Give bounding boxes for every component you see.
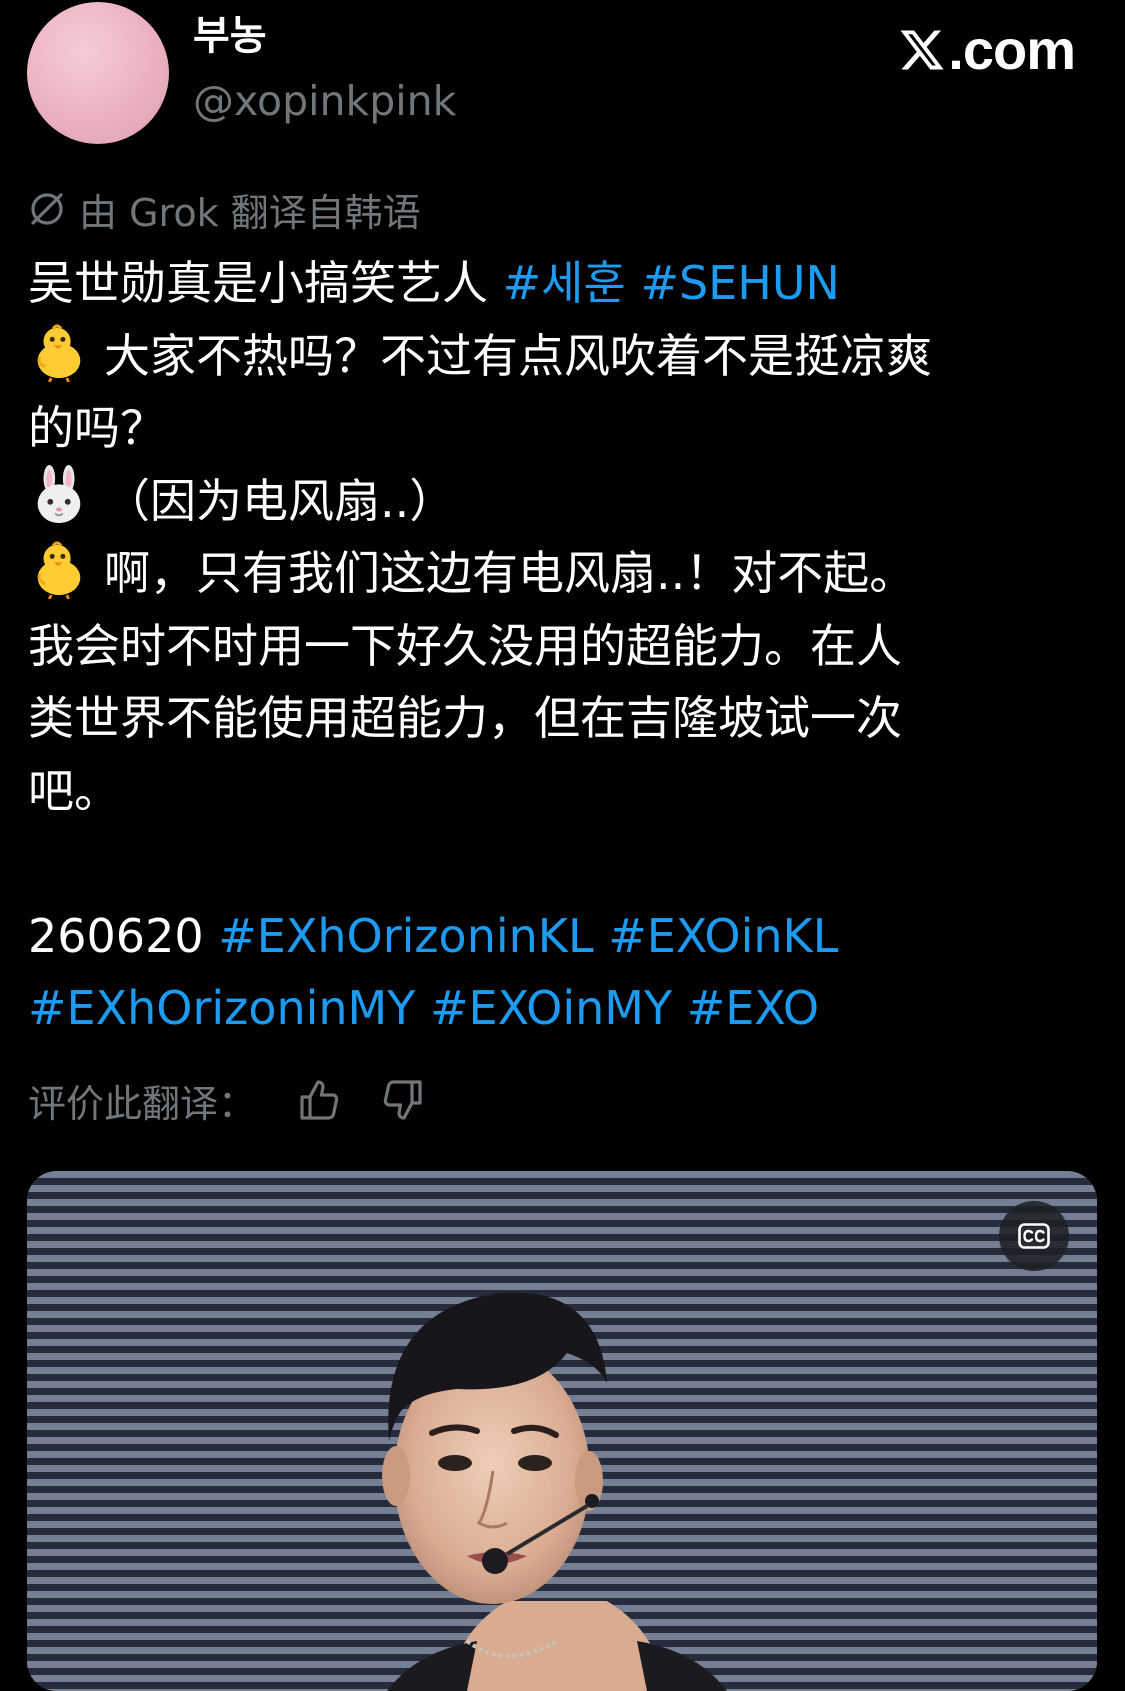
tweet-line-1: 吴世勋真是小搞笑艺人 #세훈 #SEHUN [28,256,840,310]
hashtag-link[interactable]: #EXOinKL [608,909,838,963]
hashtag-link[interactable]: #EXhOrizoninMY [28,981,415,1035]
translation-note-text: 由 Grok 翻译自韩语 [79,190,421,235]
tweet-line-7: 类世界不能使用超能力，但在吉隆坡试一次 [28,691,902,745]
tweet-line-8: 吧。 [28,763,120,818]
tweet-line-date: 260620 #EXhOrizoninKL #EXOinKL [28,900,1108,973]
chick-emoji [37,323,81,382]
date-text: 260620 [28,908,204,963]
tweet-line-6: 我会时不时用一下好久没用的超能力。在人 [28,618,902,673]
video-player[interactable] [27,1171,1097,1691]
rabbit-emoji [37,464,81,523]
hashtag-link[interactable]: #EXO [687,981,819,1035]
video-frame [27,1171,1097,1691]
thumbs-down-button[interactable] [378,1076,426,1124]
x-logo-icon [900,30,944,70]
hashtag-link[interactable]: #SEHUN [640,256,839,310]
tweet-line-4: （因为电风扇..） [28,464,1108,538]
thumbs-up-button[interactable] [296,1076,344,1124]
x-com-brand: .com [898,18,1076,82]
rate-translation-label: 评价此翻译： [28,1081,257,1126]
closed-captions-button[interactable] [999,1201,1069,1271]
avatar[interactable] [27,2,169,144]
thumbs-down-icon [383,1080,422,1120]
grok-icon [31,193,63,225]
hashtag-link[interactable]: #EXhOrizoninKL [218,909,593,963]
chick-emoji [37,541,81,599]
brand-domain-text: .com [948,18,1076,81]
closed-captions-icon [1018,1223,1050,1249]
tweet-line-5: 啊，只有我们这边有电风扇..！对不起。 [28,537,1108,610]
tweet-line-tags: #EXhOrizoninMY #EXOinMY #EXO [28,972,1108,1045]
tweet-line-2: 大家不热吗？不过有点风吹着不是挺凉爽 [28,320,1108,393]
tweet-line-3: 的吗？ [28,401,166,455]
display-name[interactable]: 부농 [193,12,267,60]
tweet-text: 吴世勋真是小搞笑艺人 #세훈 #SEHUN 大家不热吗？不过有点风吹着不是挺凉爽… [28,247,1108,1045]
translation-note: 由 Grok 翻译自韩语 [27,184,421,235]
thumbs-up-icon [300,1080,339,1120]
rate-translation-row: 评价此翻译： [28,1072,460,1128]
hashtag-link[interactable]: #세훈 [503,256,626,310]
user-handle[interactable]: @xopinkpink [193,76,456,126]
hashtag-link[interactable]: #EXOinMY [430,981,672,1035]
